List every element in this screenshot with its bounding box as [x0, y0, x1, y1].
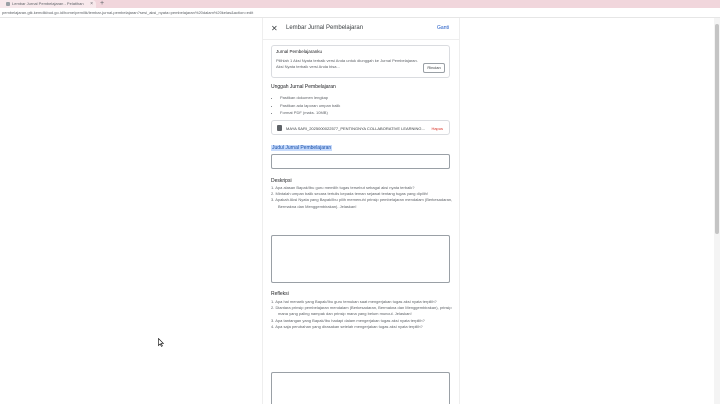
reflection-heading: Refleksi	[271, 291, 289, 297]
url-text[interactable]: pembelajaran.gtk.kemdikbud.go.id/home/pe…	[2, 9, 253, 17]
scrollbar-thumb[interactable]	[715, 24, 719, 234]
address-bar[interactable]: pembelajaran.gtk.kemdikbud.go.id/home/pe…	[0, 8, 720, 18]
file-icon	[277, 125, 282, 131]
new-tab-button[interactable]: +	[100, 0, 104, 8]
panel-title: Lembar Jurnal Pembelajaran	[286, 25, 364, 31]
close-icon[interactable]: ✕	[271, 24, 278, 33]
journal-panel: ✕ Lembar Jurnal Pembelajaran Ganti Jurna…	[262, 18, 460, 404]
favicon-icon	[6, 1, 10, 6]
list-item: 3. Apakah Aksi Nyata yang Bapak/Ibu pili…	[271, 197, 453, 209]
mouse-cursor-icon	[158, 338, 164, 347]
file-name: MAYA SARI_2025000022577_PENTINGNYA COLLA…	[286, 126, 426, 131]
description-heading: Deskripsi	[271, 178, 292, 184]
list-item: Format PDF (maks. 10MB)	[280, 109, 340, 117]
info-card-body: Pilihlah 1 Aksi Nyata terbaik versi Anda…	[276, 58, 418, 69]
delete-file-button[interactable]: Hapus	[431, 126, 443, 131]
uploaded-file: MAYA SARI_2025000022577_PENTINGNYA COLLA…	[271, 120, 450, 135]
description-questions: 1. Apa alasan Bapak/Ibu guru memilih tug…	[271, 185, 453, 210]
page-scrollbar[interactable]	[714, 18, 720, 404]
list-item: Pastikan ada laporan umpan balik	[280, 102, 340, 110]
panel-header: ✕ Lembar Jurnal Pembelajaran Ganti	[263, 18, 459, 40]
info-card-title: Jurnal Pembelajaranku	[276, 49, 323, 54]
description-textarea[interactable]	[271, 235, 450, 283]
journal-title-label: Judul Jurnal Pembelajaran	[271, 145, 333, 151]
list-item: 2. Diantara prinsip pembelajaran mendala…	[271, 305, 452, 317]
journal-title-input[interactable]	[271, 154, 450, 169]
info-card: Jurnal Pembelajaranku Pilihlah 1 Aksi Ny…	[271, 45, 450, 78]
browser-tab[interactable]: Lembar Jurnal Pembelajaran - Pelatihan ×	[0, 0, 96, 8]
list-item: Pastikan dokumen lengkap	[280, 94, 340, 102]
browser-tab-strip: Lembar Jurnal Pembelajaran - Pelatihan ×…	[0, 0, 720, 8]
upload-requirements: Pastikan dokumen lengkap Pastikan ada la…	[280, 94, 340, 117]
list-item: 4. Apa saja perubahan yang dirasakan set…	[271, 323, 423, 329]
browser-tab-title: Lembar Jurnal Pembelajaran - Pelatihan	[12, 1, 84, 6]
reflection-textarea[interactable]	[271, 372, 450, 404]
details-button[interactable]: Rincian	[423, 63, 445, 73]
tab-close-icon[interactable]: ×	[90, 0, 93, 8]
upload-heading: Unggah Jurnal Pembelajaran	[271, 84, 336, 90]
reflection-questions: 1. Apa hal menarik yang Bapak/Ibu guru t…	[271, 299, 453, 330]
change-button[interactable]: Ganti	[437, 25, 449, 31]
